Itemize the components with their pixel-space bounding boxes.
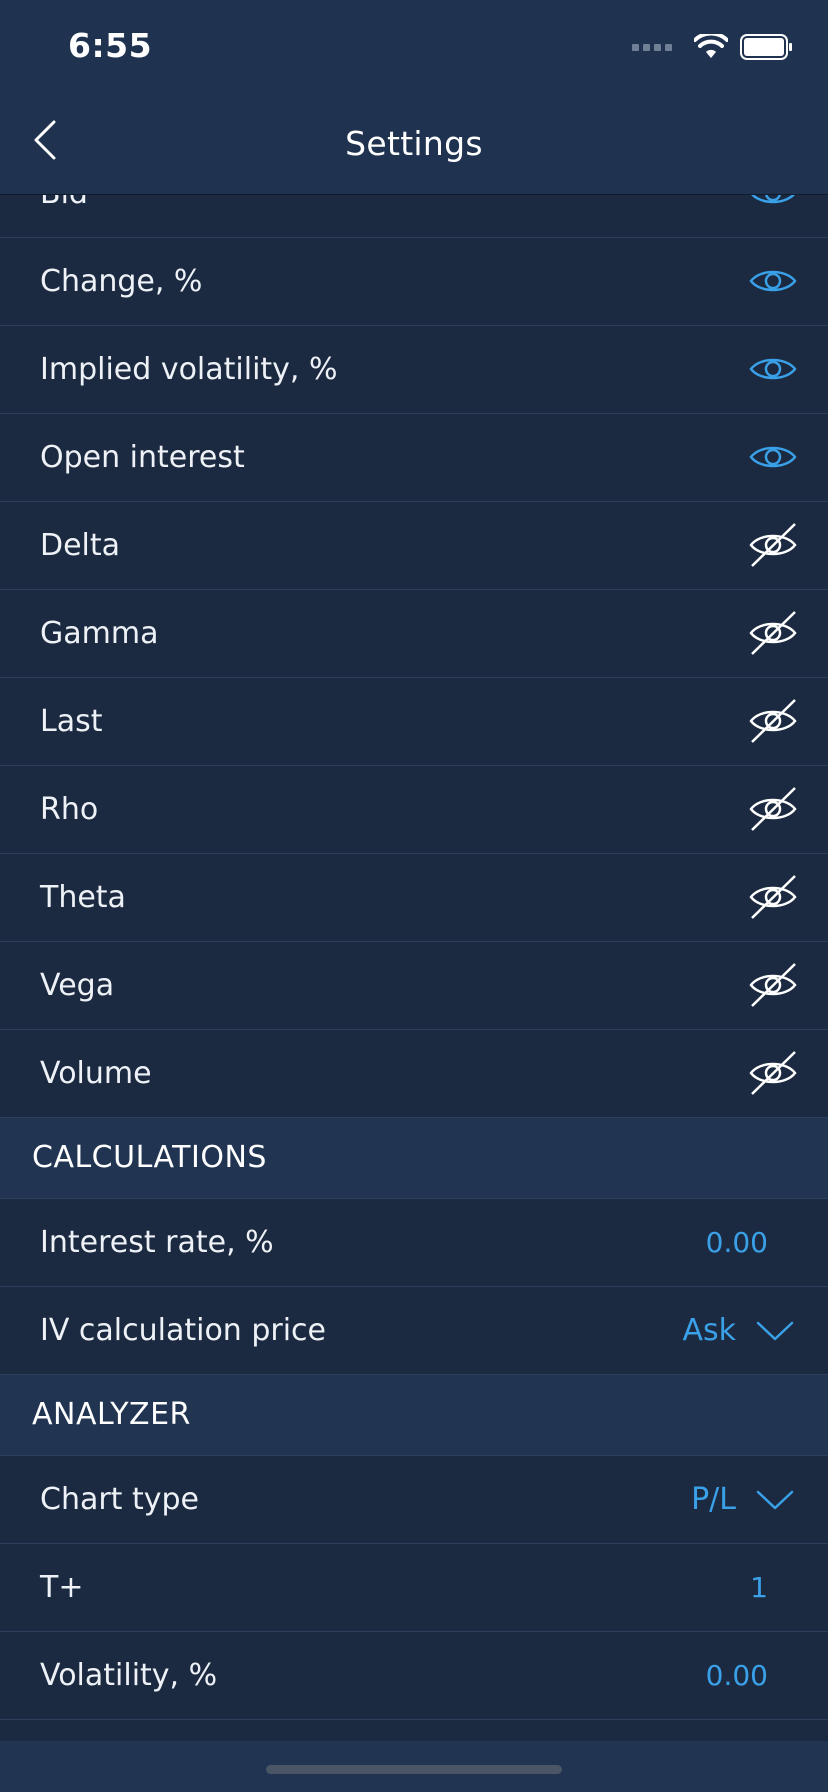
interest-rate-value[interactable]: 0.00 <box>706 1199 768 1286</box>
eye-slash-icon[interactable] <box>748 962 798 1008</box>
eye-icon[interactable] <box>748 195 798 216</box>
home-indicator[interactable] <box>266 1765 562 1774</box>
column-row-gamma[interactable]: Gamma <box>0 590 828 678</box>
column-row-open-interest[interactable]: Open interest <box>0 414 828 502</box>
t-plus-value[interactable]: 1 <box>750 1544 768 1631</box>
row-label: Implied volatility, % <box>40 352 338 387</box>
chevron-down-icon <box>756 1321 794 1340</box>
row-label: Theta <box>40 880 126 915</box>
row-label: Volume <box>40 1056 152 1091</box>
battery-icon <box>740 34 792 60</box>
chevron-down-icon <box>756 1490 794 1509</box>
row-label: Vega <box>40 968 115 1003</box>
status-time: 6:55 <box>68 26 153 65</box>
column-row-change[interactable]: Change, % <box>0 238 828 326</box>
row-label: Rho <box>40 792 99 827</box>
section-header-calculations: CALCULATIONS <box>0 1118 828 1199</box>
row-label: Open interest <box>40 440 245 475</box>
row-label: IV calculation price <box>40 1313 327 1348</box>
eye-icon[interactable] <box>748 258 798 304</box>
column-row-theta[interactable]: Theta <box>0 854 828 942</box>
volatility-row[interactable]: Volatility, % 0.00 <box>0 1632 828 1720</box>
section-title: ANALYZER <box>32 1397 191 1432</box>
row-label: Chart type <box>40 1482 199 1517</box>
eye-slash-icon[interactable] <box>748 874 798 920</box>
dropdown-value: Ask <box>682 1313 736 1348</box>
status-icons <box>632 34 794 60</box>
settings-list[interactable]: Bid Change, % Implied volatility, % Open in… <box>0 195 828 1741</box>
section-header-analyzer: ANALYZER <box>0 1375 828 1456</box>
t-plus-row[interactable]: T+ 1 <box>0 1544 828 1632</box>
cellular-signal-icon <box>632 43 672 51</box>
iv-calculation-price-row[interactable]: IV calculation price Ask <box>0 1287 828 1375</box>
column-visibility-list: Bid Change, % Implied volatility, % Open in… <box>0 195 828 1118</box>
row-label: Interest rate, % <box>40 1225 274 1260</box>
section-title: CALCULATIONS <box>32 1140 267 1175</box>
column-row-last[interactable]: Last <box>0 678 828 766</box>
row-label: Delta <box>40 528 121 563</box>
volatility-value[interactable]: 0.00 <box>706 1632 768 1719</box>
iv-price-dropdown[interactable]: Ask <box>682 1287 794 1374</box>
row-label: Change, % <box>40 264 203 299</box>
navigation-bar: Settings <box>0 96 828 195</box>
eye-slash-icon[interactable] <box>748 1050 798 1096</box>
page-title: Settings <box>345 124 483 163</box>
interest-rate-row[interactable]: Interest rate, % 0.00 <box>0 1199 828 1287</box>
column-row-implied-volatility[interactable]: Implied volatility, % <box>0 326 828 414</box>
row-label: Gamma <box>40 616 159 651</box>
eye-slash-icon[interactable] <box>748 522 798 568</box>
eye-slash-icon[interactable] <box>748 698 798 744</box>
status-bar: 6:55 <box>0 0 828 96</box>
eye-icon[interactable] <box>748 434 798 480</box>
wifi-icon <box>694 34 728 58</box>
row-label: Last <box>40 704 103 739</box>
column-row-volume[interactable]: Volume <box>0 1030 828 1118</box>
row-label: T+ <box>40 1570 84 1605</box>
row-label: Bid <box>40 195 88 237</box>
column-row-bid[interactable]: Bid <box>0 195 828 238</box>
row-label: Volatility, % <box>40 1658 218 1693</box>
eye-slash-icon[interactable] <box>748 786 798 832</box>
column-row-rho[interactable]: Rho <box>0 766 828 854</box>
column-row-vega[interactable]: Vega <box>0 942 828 1030</box>
eye-slash-icon[interactable] <box>748 610 798 656</box>
column-row-delta[interactable]: Delta <box>0 502 828 590</box>
dropdown-value: P/L <box>691 1482 736 1517</box>
chart-type-row[interactable]: Chart type P/L <box>0 1456 828 1544</box>
eye-icon[interactable] <box>748 346 798 392</box>
chart-type-dropdown[interactable]: P/L <box>691 1456 794 1543</box>
